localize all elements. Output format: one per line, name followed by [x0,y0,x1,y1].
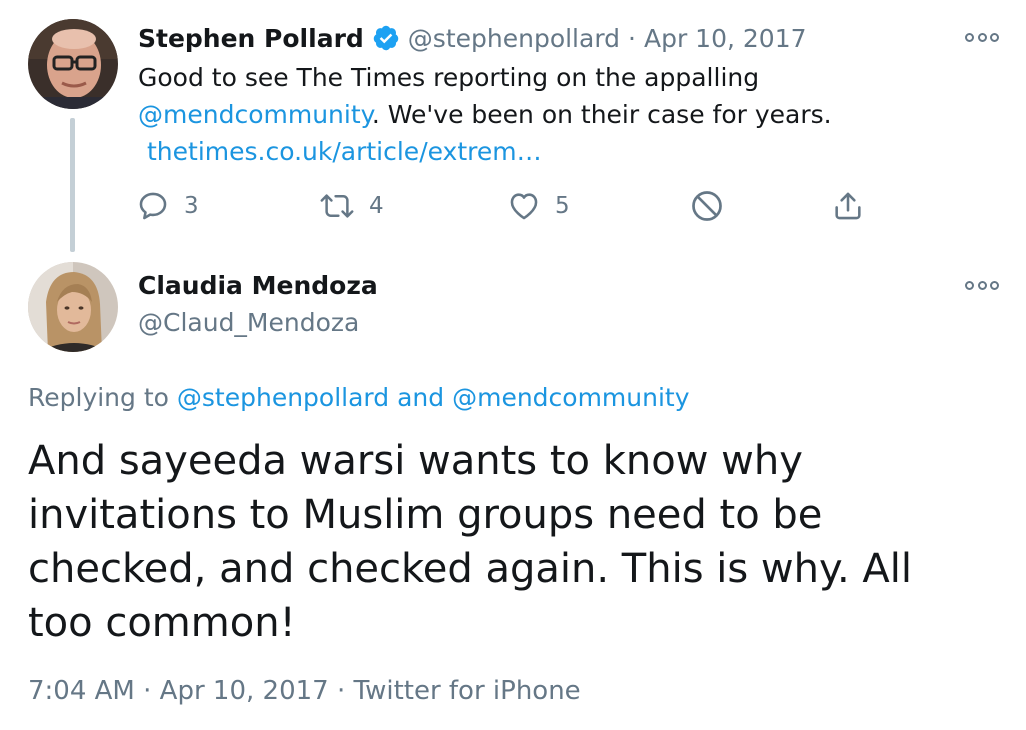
avatar-claudia-mendoza[interactable] [28,262,118,352]
verified-badge-icon [372,24,400,52]
author-name[interactable]: Stephen Pollard [138,24,364,53]
avatar-stephen-pollard[interactable] [28,19,118,109]
like-icon [510,193,538,220]
like-count: 5 [555,193,570,219]
tweet-date-full[interactable]: Apr 10, 2017 [160,676,329,706]
reply-author-name[interactable]: Claudia Mendoza [138,268,378,304]
mention-link[interactable]: @mendcommunity [138,100,372,129]
tweet1-text-line1: Good to see The Times reporting on the a… [138,63,760,92]
reply-more-icon[interactable] [965,278,999,292]
tweet1-text: Good to see The Times reporting on the a… [138,59,832,170]
replying-to-prefix: Replying to [28,383,169,412]
header-separator: · [628,23,636,53]
replying-to-line: Replying to @stephenpollard and @mendcom… [28,380,690,416]
tweet1-text-line2: @mendcommunity. We've been on their case… [138,96,832,133]
more-icon[interactable] [965,30,999,44]
thread-line [70,118,75,252]
meta-separator-1: · [143,676,152,706]
author-handle[interactable]: @stephenpollard [408,24,620,53]
reply-text: And sayeeda warsi wants to know why invi… [28,438,912,646]
replying-to-and: and [397,383,445,412]
retweet-icon [320,194,354,218]
reply-count: 3 [184,193,199,219]
meta-separator-2: · [336,676,346,706]
reply-icon [139,192,167,220]
block-icon [692,191,722,221]
reply-author-handle[interactable]: @Claud_Mendoza [138,305,359,341]
reply-button[interactable]: 3 [136,186,199,226]
tweet-client[interactable]: Twitter for iPhone [354,676,581,706]
replying-to-mendcommunity[interactable]: @mendcommunity [452,383,689,412]
retweet-button[interactable]: 4 [319,186,384,226]
block-button[interactable] [689,186,725,226]
retweet-count: 4 [369,193,384,219]
article-link[interactable]: thetimes.co.uk/article/extrem… [147,137,542,166]
tweet1-link-row: thetimes.co.uk/article/extrem… [138,133,832,170]
tweet-time[interactable]: 7:04 AM [28,676,135,706]
tweet-date[interactable]: Apr 10, 2017 [644,24,807,53]
like-button[interactable]: 5 [507,186,570,226]
share-icon [835,192,861,220]
replying-to-stephenpollard[interactable]: @stephenpollard [177,383,389,412]
tweet1-text-line2-rest: . We've been on their case for years. [371,100,832,129]
share-button[interactable] [831,186,865,226]
tweet-meta: 7:04 AM · Apr 10, 2017 · Twitter for iPh… [28,676,581,706]
tweet1-header: Stephen Pollard @stephenpollard · Apr 10… [138,20,807,56]
